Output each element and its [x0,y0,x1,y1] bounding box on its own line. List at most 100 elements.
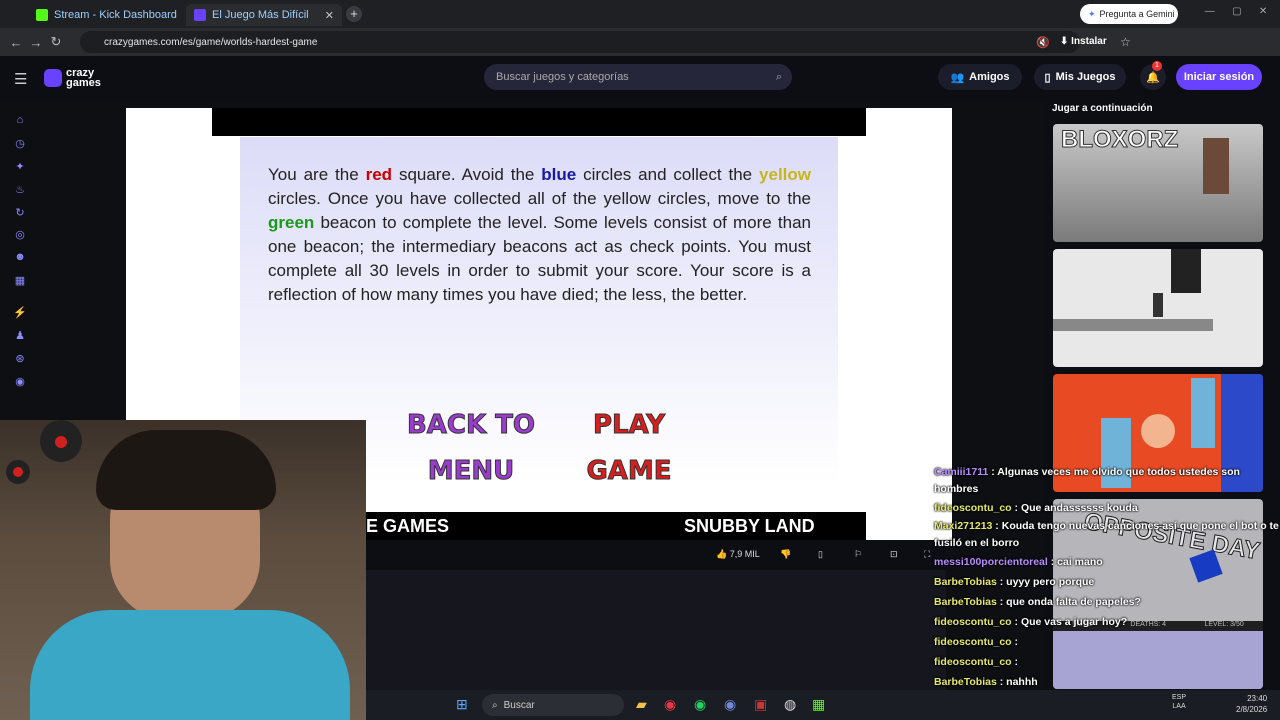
chat-username[interactable]: messi100porcientoreal [934,556,1048,568]
lang2-text: LAA [1172,703,1186,710]
maximize-icon[interactable]: ▢ [1232,6,1241,20]
chat-message: messi100porcientoreal : cai mano [930,552,1280,572]
dislike-icon[interactable]: 👎 [780,549,791,560]
minimize-icon[interactable]: — [1205,6,1215,20]
game-thumb-2[interactable] [1053,249,1263,367]
tab-worlds-hardest-game[interactable]: El Juego Más Difícil del Mu ✕ [186,4,342,26]
taskbar-search[interactable]: ⌕ Buscar [482,694,624,716]
language-indicator[interactable]: ESP LAA [1172,693,1186,711]
url-field[interactable]: crazygames.com/es/game/worlds-hardest-ga… [80,31,1080,53]
menu-icon[interactable]: ☰ [14,70,27,88]
chat-text: que onda falta de papeles? [1006,596,1141,608]
more-games-link[interactable]: E GAMES [366,516,449,537]
forward-icon[interactable]: → [26,32,46,52]
instr-part: circles. Once you have collected all of … [268,189,811,208]
back-icon[interactable]: ← [6,32,26,52]
new-icon[interactable]: ✦ [12,160,28,174]
new-tab-button[interactable]: + [346,6,362,22]
chat-username[interactable]: fideoscontu_co [934,636,1012,648]
windows-start-icon[interactable]: ⊞ [456,696,468,713]
chat-username[interactable]: fideoscontu_co [934,502,1012,514]
casual-icon[interactable]: ◉ [12,375,28,389]
trending-icon[interactable]: ♨ [12,183,28,197]
instructions-text: You are the red square. Avoid the blue c… [268,163,811,307]
game-thumb-bloxorz[interactable]: BLOXORZ [1053,124,1263,242]
instr-part: You are the [268,165,366,184]
instr-red: red [365,165,393,184]
instr-part: beacon to complete the level. Some level… [268,213,811,304]
play-game-button[interactable]: PLAY GAME [566,402,692,494]
mute-icon[interactable]: 🔇 [1036,36,1050,49]
chat-username[interactable]: fideoscontu_co [934,656,1012,668]
address-bar-row: ← → ↻ crazygames.com/es/game/worlds-hard… [0,28,1280,56]
chat-message: BarbeTobias : nahhh [930,672,1280,692]
chat-username[interactable]: BarbeTobias [934,676,997,688]
install-button[interactable]: ⬇ Instalar [1060,36,1107,47]
taskbar: ⊞ ⌕ Buscar ▰ ◉ ◉ ◉ ▣ ◍ ▦ ESP LAA 23:40 2/… [366,690,1280,720]
close-window-icon[interactable]: ✕ [1259,6,1267,20]
install-icon: ⬇ [1060,36,1069,47]
close-icon[interactable]: ✕ [325,9,334,22]
game-bottom-strip: E GAMES SNUBBY LAND [366,512,866,540]
install-label: Instalar [1071,36,1107,47]
crazygames-favicon-icon [194,9,206,21]
chat-username[interactable]: Camiii1711 [934,466,988,478]
search-icon: ⌕ [775,70,782,83]
back-to-menu-button[interactable]: BACK TO MENU [386,402,556,494]
chat-username[interactable]: fideoscontu_co [934,616,1012,628]
chrome-icon[interactable]: ◉ [664,696,676,713]
reload-icon[interactable]: ↻ [46,32,66,52]
notification-badge: 1 [1152,61,1162,71]
report-icon[interactable]: ⚐ [854,549,862,560]
clock[interactable]: 23:40 2/8/2026 [1236,693,1267,715]
friends-button[interactable]: 👥 Amigos [938,64,1022,90]
chat-separator: : [996,576,1007,588]
kick-icon[interactable]: ▦ [812,696,825,713]
home-icon[interactable]: ⌂ [12,114,28,128]
explore-icon[interactable]: ⊛ [12,352,28,366]
file-explorer-icon[interactable]: ▰ [636,696,647,713]
category-icon[interactable]: ▦ [12,274,28,288]
snubby-land-link[interactable]: SNUBBY LAND [684,516,815,537]
search-input[interactable]: Buscar juegos y categorías ⌕ [484,64,792,90]
tab-kick-dashboard[interactable]: Stream - Kick Dashboard ✕ [28,4,178,26]
chat-text: uyyy pero porque [1006,576,1095,588]
chat-overlay: Camiii1711 : Algunas veces me olvido que… [930,464,1280,720]
updated-icon[interactable]: ↻ [12,206,28,220]
like-count: 7,9 MIL [729,549,760,559]
friends-label: Amigos [969,71,1010,83]
obs-icon[interactable]: ▣ [754,696,767,713]
login-label: Iniciar sesión [1183,71,1255,83]
login-button[interactable]: Iniciar sesión [1176,64,1262,90]
chat-separator: : [992,520,1002,532]
adventure-icon[interactable]: ♟ [12,329,28,343]
chat-username[interactable]: Maxi271213 [934,520,992,532]
discord-icon[interactable]: ◉ [724,696,736,713]
like-button[interactable]: 👍 7,9 MIL [716,549,760,560]
close-icon[interactable]: ✕ [177,9,178,22]
recent-icon[interactable]: ◷ [12,137,28,151]
crazygames-logo[interactable]: crazy games [44,66,114,90]
time-text: 23:40 [1247,694,1268,703]
action-icon[interactable]: ⚡ [12,306,28,320]
face-shape [1141,414,1175,448]
pillar-shape [1171,249,1201,293]
theater-icon[interactable]: ⊡ [890,549,898,560]
originals-icon[interactable]: ◎ [12,228,28,242]
below-game-area [366,570,946,690]
bookmark-star-icon[interactable]: ☆ [1120,35,1131,49]
chat-text: Que andassssss kouda [1020,502,1138,514]
bookmark-icon[interactable]: ▯ [818,549,823,560]
gemini-button[interactable]: ✦ Pregunta a Gemini [1080,4,1178,24]
chat-username[interactable]: BarbeTobias [934,576,997,588]
spotify-icon[interactable]: ◉ [694,696,706,713]
chat-separator: : [988,466,998,478]
friends-icon: 👥 [950,71,965,84]
url-text: crazygames.com/es/game/worlds-hardest-ga… [104,36,318,48]
multiplayer-icon[interactable]: ☻ [12,251,28,265]
gemini-label: Pregunta a Gemini [1099,9,1175,19]
my-games-button[interactable]: ▯ Mis Juegos [1034,64,1126,90]
chat-username[interactable]: BarbeTobias [934,596,997,608]
app-icon[interactable]: ◍ [784,696,796,713]
chat-text: Que vas a jugar hoy? [1020,616,1128,628]
